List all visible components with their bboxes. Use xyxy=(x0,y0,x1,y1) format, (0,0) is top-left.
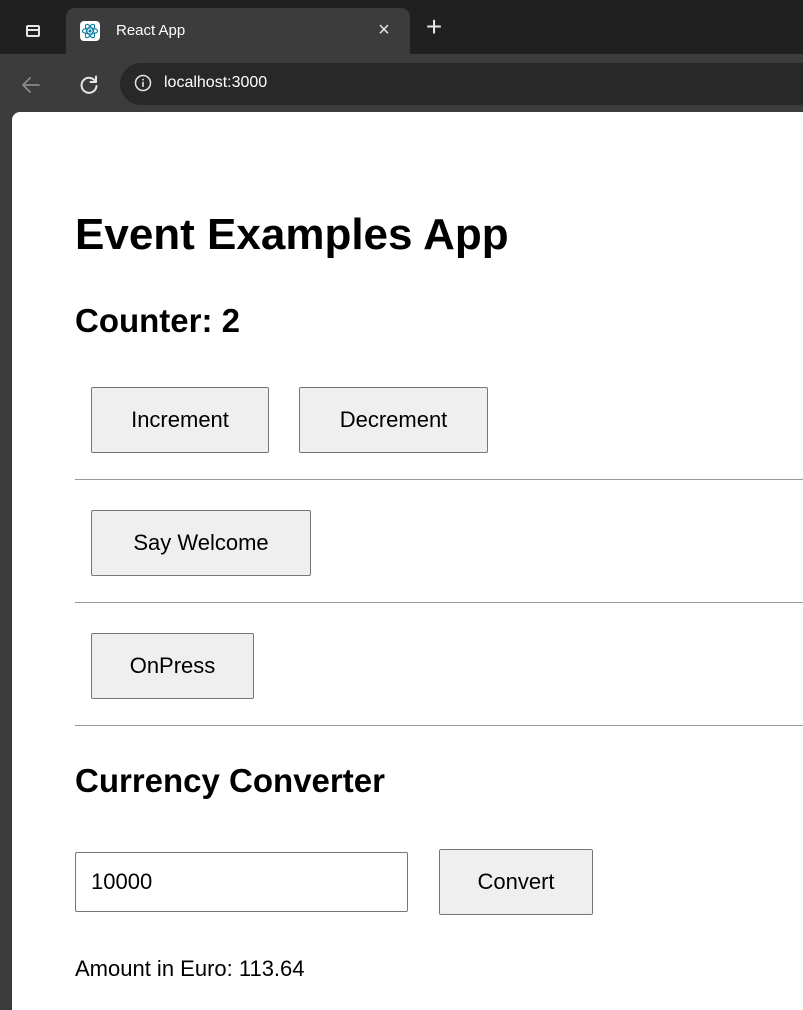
page-title: Event Examples App xyxy=(75,210,509,259)
increment-button[interactable]: Increment xyxy=(91,387,269,453)
new-tab-icon[interactable]: + xyxy=(420,13,448,42)
counter-heading: Counter: 2 xyxy=(75,302,240,339)
amount-input[interactable] xyxy=(75,852,408,912)
browser-toolbar: localhost:3000 xyxy=(0,54,803,116)
divider xyxy=(75,725,803,726)
reload-icon[interactable] xyxy=(76,72,102,98)
url-text: localhost:3000 xyxy=(164,74,268,91)
react-logo-icon xyxy=(80,21,100,41)
currency-converter-heading: Currency Converter xyxy=(75,762,385,799)
divider xyxy=(75,602,803,603)
browser-tab[interactable]: React App × xyxy=(66,8,410,54)
convert-button[interactable]: Convert xyxy=(439,849,593,915)
tab-title: React App xyxy=(116,22,186,39)
browser-tab-bar: React App × + xyxy=(0,0,803,62)
back-arrow-icon[interactable] xyxy=(18,72,44,98)
address-bar[interactable]: localhost:3000 xyxy=(120,63,803,105)
onpress-button[interactable]: OnPress xyxy=(91,633,254,699)
site-info-icon[interactable] xyxy=(134,74,152,92)
euro-result-text: Amount in Euro: 113.64 xyxy=(75,956,305,981)
close-tab-icon[interactable]: × xyxy=(372,18,396,42)
divider xyxy=(75,479,803,480)
decrement-button[interactable]: Decrement xyxy=(299,387,488,453)
tab-actions-icon[interactable] xyxy=(19,18,47,44)
say-welcome-button[interactable]: Say Welcome xyxy=(91,510,311,576)
page-viewport: Event Examples App Counter: 2 Increment … xyxy=(12,112,803,1010)
